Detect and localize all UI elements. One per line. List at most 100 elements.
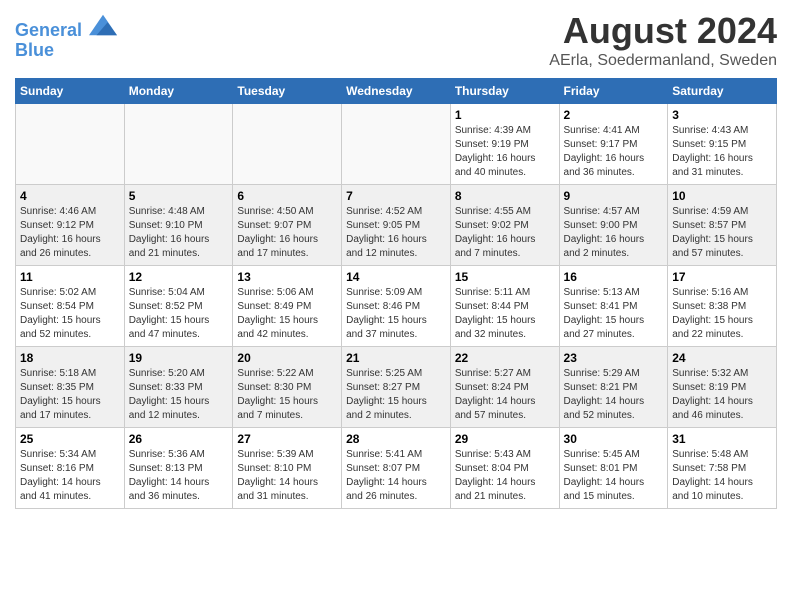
day-number: 10	[672, 189, 772, 203]
day-number: 28	[346, 432, 446, 446]
header-day-wednesday: Wednesday	[342, 79, 451, 104]
day-info: Sunrise: 5:27 AM Sunset: 8:24 PM Dayligh…	[455, 367, 555, 423]
day-number: 26	[129, 432, 229, 446]
day-number: 30	[564, 432, 664, 446]
title-block: August 2024 AErla, Soedermanland, Sweden	[549, 10, 777, 70]
calendar-cell: 20Sunrise: 5:22 AM Sunset: 8:30 PM Dayli…	[233, 347, 342, 428]
header-day-sunday: Sunday	[16, 79, 125, 104]
calendar-cell: 17Sunrise: 5:16 AM Sunset: 8:38 PM Dayli…	[668, 266, 777, 347]
calendar-cell: 26 Sunrise: 5:36 AM Sunset: 8:13 PM Dayli…	[124, 428, 233, 509]
calendar-cell: 16 Sunrise: 5:13 AM Sunset: 8:41 PM Dayli…	[559, 266, 668, 347]
header-row: SundayMondayTuesdayWednesdayThursdayFrid…	[16, 79, 777, 104]
day-info: Sunrise: 5:20 AM Sunset: 8:33 PM Dayligh…	[129, 367, 229, 423]
calendar-cell: 15 Sunrise: 5:11 AM Sunset: 8:44 PM Dayli…	[450, 266, 559, 347]
week-row-4: 18 Sunrise: 5:18 AM Sunset: 8:35 PM Dayli…	[16, 347, 777, 428]
day-info: Sunrise: 5:13 AM Sunset: 8:41 PM Dayligh…	[564, 286, 664, 342]
day-number: 14	[346, 270, 446, 284]
day-info: Sunrise: 4:43 AM Sunset: 9:15 PM Dayligh…	[672, 124, 772, 180]
day-info: Sunrise: 5:32 AM Sunset: 8:19 PM Dayligh…	[672, 367, 772, 423]
day-info: Sunrise: 4:57 AM Sunset: 9:00 PM Dayligh…	[564, 205, 664, 261]
day-number: 8	[455, 189, 555, 203]
day-info: Sunrise: 4:52 AM Sunset: 9:05 PM Dayligh…	[346, 205, 446, 261]
logo-blue-text: Blue	[15, 41, 117, 61]
day-info: Sunrise: 5:29 AM Sunset: 8:21 PM Dayligh…	[564, 367, 664, 423]
calendar-cell: 23 Sunrise: 5:29 AM Sunset: 8:21 PM Dayli…	[559, 347, 668, 428]
day-info: Sunrise: 4:50 AM Sunset: 9:07 PM Dayligh…	[237, 205, 337, 261]
day-info: Sunrise: 5:04 AM Sunset: 8:52 PM Dayligh…	[129, 286, 229, 342]
day-info: Sunrise: 5:41 AM Sunset: 8:07 PM Dayligh…	[346, 448, 446, 504]
day-number: 15	[455, 270, 555, 284]
calendar-cell: 13 Sunrise: 5:06 AM Sunset: 8:49 PM Dayli…	[233, 266, 342, 347]
day-number: 2	[564, 108, 664, 122]
day-number: 22	[455, 351, 555, 365]
calendar-cell	[233, 104, 342, 185]
calendar-cell: 12 Sunrise: 5:04 AM Sunset: 8:52 PM Dayli…	[124, 266, 233, 347]
calendar-cell: 14 Sunrise: 5:09 AM Sunset: 8:46 PM Dayli…	[342, 266, 451, 347]
calendar-cell: 2 Sunrise: 4:41 AM Sunset: 9:17 PM Daylig…	[559, 104, 668, 185]
calendar-cell: 25 Sunrise: 5:34 AM Sunset: 8:16 PM Dayli…	[16, 428, 125, 509]
page-subtitle: AErla, Soedermanland, Sweden	[549, 52, 777, 70]
calendar-cell: 31 Sunrise: 5:48 AM Sunset: 7:58 PM Dayli…	[668, 428, 777, 509]
calendar-cell: 7Sunrise: 4:52 AM Sunset: 9:05 PM Daylig…	[342, 185, 451, 266]
week-row-5: 25 Sunrise: 5:34 AM Sunset: 8:16 PM Dayli…	[16, 428, 777, 509]
day-info: Sunrise: 4:59 AM Sunset: 8:57 PM Dayligh…	[672, 205, 772, 261]
day-number: 12	[129, 270, 229, 284]
day-number: 23	[564, 351, 664, 365]
day-number: 19	[129, 351, 229, 365]
calendar-cell: 6 Sunrise: 4:50 AM Sunset: 9:07 PM Daylig…	[233, 185, 342, 266]
logo-icon	[89, 14, 117, 36]
day-number: 25	[20, 432, 120, 446]
calendar-cell: 24 Sunrise: 5:32 AM Sunset: 8:19 PM Dayli…	[668, 347, 777, 428]
day-number: 17	[672, 270, 772, 284]
day-number: 31	[672, 432, 772, 446]
week-row-3: 11Sunrise: 5:02 AM Sunset: 8:54 PM Dayli…	[16, 266, 777, 347]
day-info: Sunrise: 5:09 AM Sunset: 8:46 PM Dayligh…	[346, 286, 446, 342]
day-info: Sunrise: 5:06 AM Sunset: 8:49 PM Dayligh…	[237, 286, 337, 342]
day-number: 16	[564, 270, 664, 284]
day-info: Sunrise: 5:36 AM Sunset: 8:13 PM Dayligh…	[129, 448, 229, 504]
logo-text: General	[15, 14, 117, 41]
calendar-cell: 27Sunrise: 5:39 AM Sunset: 8:10 PM Dayli…	[233, 428, 342, 509]
day-info: Sunrise: 5:34 AM Sunset: 8:16 PM Dayligh…	[20, 448, 120, 504]
day-number: 6	[237, 189, 337, 203]
calendar-cell: 9 Sunrise: 4:57 AM Sunset: 9:00 PM Daylig…	[559, 185, 668, 266]
calendar-cell: 10 Sunrise: 4:59 AM Sunset: 8:57 PM Dayli…	[668, 185, 777, 266]
day-number: 21	[346, 351, 446, 365]
day-number: 29	[455, 432, 555, 446]
day-info: Sunrise: 5:48 AM Sunset: 7:58 PM Dayligh…	[672, 448, 772, 504]
calendar-cell: 1Sunrise: 4:39 AM Sunset: 9:19 PM Daylig…	[450, 104, 559, 185]
day-number: 27	[237, 432, 337, 446]
day-number: 11	[20, 270, 120, 284]
calendar-cell: 18 Sunrise: 5:18 AM Sunset: 8:35 PM Dayli…	[16, 347, 125, 428]
page-title: August 2024	[549, 10, 777, 52]
day-info: Sunrise: 5:45 AM Sunset: 8:01 PM Dayligh…	[564, 448, 664, 504]
calendar-table: SundayMondayTuesdayWednesdayThursdayFrid…	[15, 78, 777, 509]
page-header: General Blue August 2024 AErla, Soederma…	[15, 10, 777, 70]
day-info: Sunrise: 5:22 AM Sunset: 8:30 PM Dayligh…	[237, 367, 337, 423]
calendar-cell	[16, 104, 125, 185]
day-number: 13	[237, 270, 337, 284]
calendar-cell: 19 Sunrise: 5:20 AM Sunset: 8:33 PM Dayli…	[124, 347, 233, 428]
header-day-friday: Friday	[559, 79, 668, 104]
calendar-cell: 4Sunrise: 4:46 AM Sunset: 9:12 PM Daylig…	[16, 185, 125, 266]
day-number: 9	[564, 189, 664, 203]
header-day-saturday: Saturday	[668, 79, 777, 104]
calendar-cell: 3 Sunrise: 4:43 AM Sunset: 9:15 PM Daylig…	[668, 104, 777, 185]
day-info: Sunrise: 4:55 AM Sunset: 9:02 PM Dayligh…	[455, 205, 555, 261]
day-info: Sunrise: 5:18 AM Sunset: 8:35 PM Dayligh…	[20, 367, 120, 423]
day-number: 3	[672, 108, 772, 122]
calendar-cell: 22 Sunrise: 5:27 AM Sunset: 8:24 PM Dayli…	[450, 347, 559, 428]
week-row-1: 1Sunrise: 4:39 AM Sunset: 9:19 PM Daylig…	[16, 104, 777, 185]
day-info: Sunrise: 5:11 AM Sunset: 8:44 PM Dayligh…	[455, 286, 555, 342]
day-number: 18	[20, 351, 120, 365]
calendar-cell	[342, 104, 451, 185]
calendar-cell	[124, 104, 233, 185]
day-info: Sunrise: 5:25 AM Sunset: 8:27 PM Dayligh…	[346, 367, 446, 423]
logo: General Blue	[15, 14, 117, 61]
day-info: Sunrise: 5:43 AM Sunset: 8:04 PM Dayligh…	[455, 448, 555, 504]
week-row-2: 4Sunrise: 4:46 AM Sunset: 9:12 PM Daylig…	[16, 185, 777, 266]
day-number: 24	[672, 351, 772, 365]
calendar-cell: 28 Sunrise: 5:41 AM Sunset: 8:07 PM Dayli…	[342, 428, 451, 509]
day-number: 1	[455, 108, 555, 122]
day-info: Sunrise: 4:41 AM Sunset: 9:17 PM Dayligh…	[564, 124, 664, 180]
